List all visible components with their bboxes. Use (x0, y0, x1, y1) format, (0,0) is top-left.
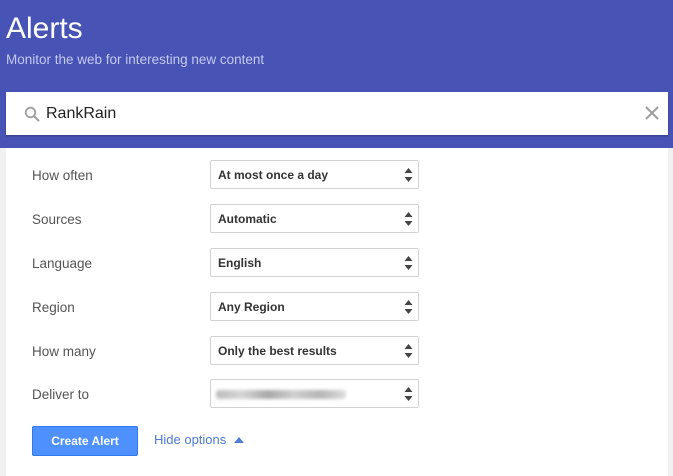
redacted-email (216, 390, 346, 399)
search-box[interactable] (6, 92, 668, 135)
option-label-deliver-to: Deliver to (32, 387, 90, 402)
create-alert-button[interactable]: Create Alert (32, 426, 138, 456)
select-value: Any Region (218, 300, 285, 314)
search-input[interactable] (46, 100, 626, 128)
option-label-language: Language (32, 256, 93, 271)
app-header: Alerts Monitor the web for interesting n… (0, 0, 673, 148)
up-down-arrows-icon (404, 212, 413, 226)
option-label-how-often: How often (32, 168, 93, 183)
select-value: English (218, 256, 262, 270)
up-down-arrows-icon (404, 256, 413, 270)
sources-select[interactable]: Automatic (210, 204, 419, 233)
option-label-how-many: How many (32, 344, 96, 359)
hide-options-label: Hide options (154, 432, 227, 447)
select-value: Only the best results (218, 344, 337, 358)
close-icon[interactable] (644, 105, 660, 121)
search-icon (24, 106, 40, 122)
page-title: Alerts (6, 12, 83, 45)
up-down-arrows-icon (404, 344, 413, 358)
language-select[interactable]: English (210, 248, 419, 277)
option-label-sources: Sources (32, 212, 82, 227)
up-down-arrows-icon (404, 168, 413, 182)
up-down-arrows-icon (404, 387, 413, 401)
alert-options-panel: How often At most once a day Sources Aut… (6, 148, 668, 476)
option-label-region: Region (32, 300, 75, 315)
deliver-to-select[interactable] (210, 379, 419, 408)
hide-options-link[interactable]: Hide options (154, 432, 245, 448)
select-value: At most once a day (218, 168, 329, 182)
how-often-select[interactable]: At most once a day (210, 160, 419, 189)
select-value: Automatic (218, 212, 277, 226)
page-subtitle: Monitor the web for interesting new cont… (6, 52, 265, 67)
how-many-select[interactable]: Only the best results (210, 336, 419, 365)
region-select[interactable]: Any Region (210, 292, 419, 321)
caret-up-icon (234, 437, 245, 443)
up-down-arrows-icon (404, 300, 413, 314)
